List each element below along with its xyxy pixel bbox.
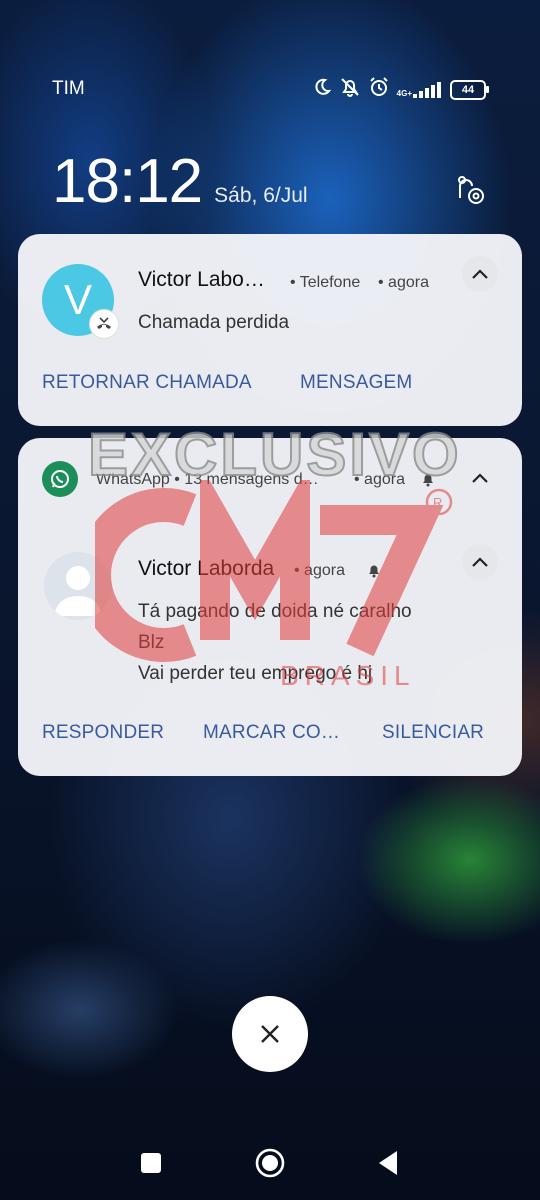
status-bar: TIM 4G+ 44 <box>0 70 540 106</box>
sender-name: Victor Laborda <box>138 557 275 580</box>
reply-button[interactable]: RESPONDER <box>42 722 164 744</box>
clock-row: 18:12 Sáb, 6/Jul <box>52 146 308 217</box>
notification-app: • Telefone <box>290 274 361 291</box>
lockscreen-settings-icon[interactable] <box>452 172 488 213</box>
carrier-label: TIM <box>52 78 85 99</box>
square-icon <box>141 1153 161 1173</box>
signal-icon: 4G+ <box>396 81 443 98</box>
navigation-bar <box>0 1140 540 1190</box>
close-icon <box>261 1025 279 1043</box>
recents-button[interactable] <box>121 1140 181 1186</box>
home-button[interactable] <box>240 1140 300 1186</box>
message-line: Blz <box>138 632 165 653</box>
sender-avatar <box>44 552 112 620</box>
message-line: Vai perder teu emprego é hj <box>138 663 373 684</box>
back-button[interactable] <box>358 1140 418 1186</box>
message-button[interactable]: MENSAGEM <box>300 372 412 394</box>
moon-icon <box>312 77 332 102</box>
missed-call-text: Chamada perdida <box>138 312 290 333</box>
notification-time: • agora <box>378 274 429 291</box>
alarm-icon <box>368 76 390 103</box>
bell-off-icon <box>339 76 361 103</box>
collapse-chevron-up-icon[interactable] <box>462 256 498 292</box>
home-circle-icon <box>255 1148 285 1178</box>
collapse-group-chevron-up-icon[interactable] <box>462 460 498 496</box>
bell-icon <box>420 471 436 492</box>
mark-as-read-button[interactable]: MARCAR CO… <box>203 722 340 744</box>
message-time: • agora <box>294 562 345 579</box>
whatsapp-notification[interactable]: WhatsApp • 13 mensagens d… • agora Victo… <box>18 438 522 776</box>
bell-icon <box>366 562 382 583</box>
clock-time: 18:12 <box>52 147 203 216</box>
clear-all-button[interactable] <box>232 996 308 1072</box>
missed-call-badge-icon <box>90 310 118 338</box>
clock-date: Sáb, 6/Jul <box>214 184 308 207</box>
missed-call-notification[interactable]: V Victor Labo… • Telefone • agora Chamad… <box>18 234 522 426</box>
call-back-button[interactable]: RETORNAR CHAMADA <box>42 372 252 394</box>
mute-button[interactable]: SILENCIAR <box>382 722 484 744</box>
network-type: 4G+ <box>396 88 412 98</box>
whatsapp-header: WhatsApp • 13 mensagens d… <box>96 471 319 488</box>
whatsapp-icon <box>42 461 78 497</box>
message-line: Tá pagando de doida né caralho <box>138 601 412 622</box>
caller-name: Victor Labo… <box>138 268 265 291</box>
battery-icon: 44 <box>450 79 489 100</box>
collapse-message-chevron-up-icon[interactable] <box>462 544 498 580</box>
status-icons: 4G+ 44 <box>312 76 489 103</box>
whatsapp-header-time: • agora <box>354 471 405 488</box>
back-triangle-icon <box>379 1151 397 1175</box>
